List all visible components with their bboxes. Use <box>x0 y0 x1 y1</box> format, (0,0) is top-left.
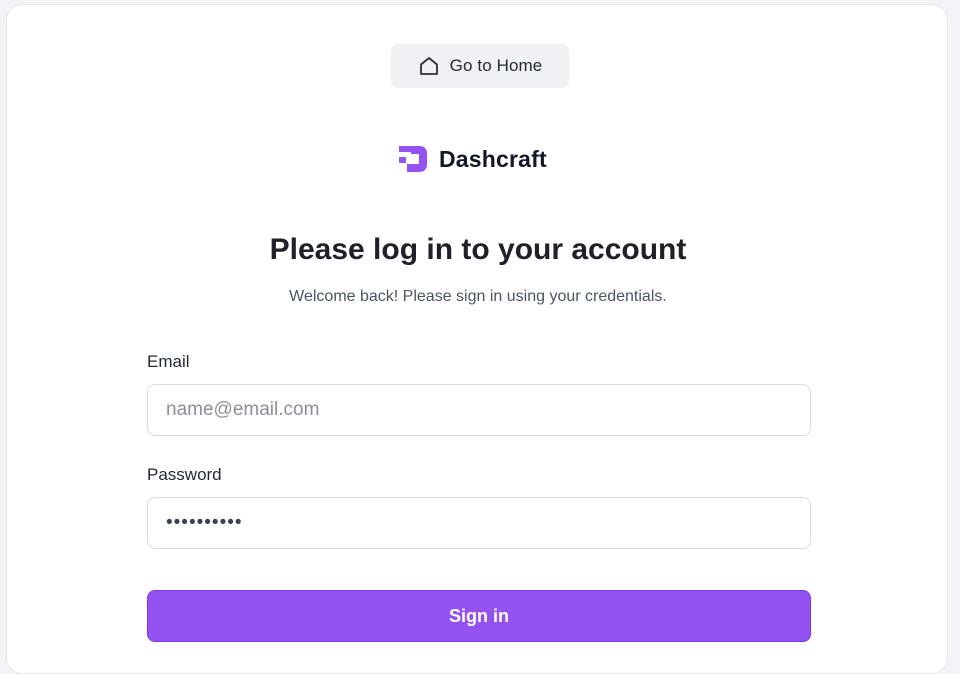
page-title: Please log in to your account <box>269 233 687 266</box>
home-icon <box>418 55 440 77</box>
email-field[interactable] <box>147 384 811 436</box>
go-to-home-label: Go to Home <box>449 56 543 75</box>
password-label: Password <box>147 465 222 484</box>
sign-in-button[interactable]: Sign in <box>147 590 811 642</box>
go-to-home-button[interactable]: Go to Home <box>391 44 569 88</box>
dashcraft-logo-icon <box>397 143 429 175</box>
password-field[interactable] <box>147 497 811 549</box>
brand-name: Dashcraft <box>439 145 547 172</box>
email-label: Email <box>147 352 190 371</box>
login-card: Go to Home Dashcraft Please log in to yo… <box>6 4 948 674</box>
page-subtitle: Welcome back! Please sign in using your … <box>289 288 667 305</box>
brand: Dashcraft <box>397 142 547 176</box>
